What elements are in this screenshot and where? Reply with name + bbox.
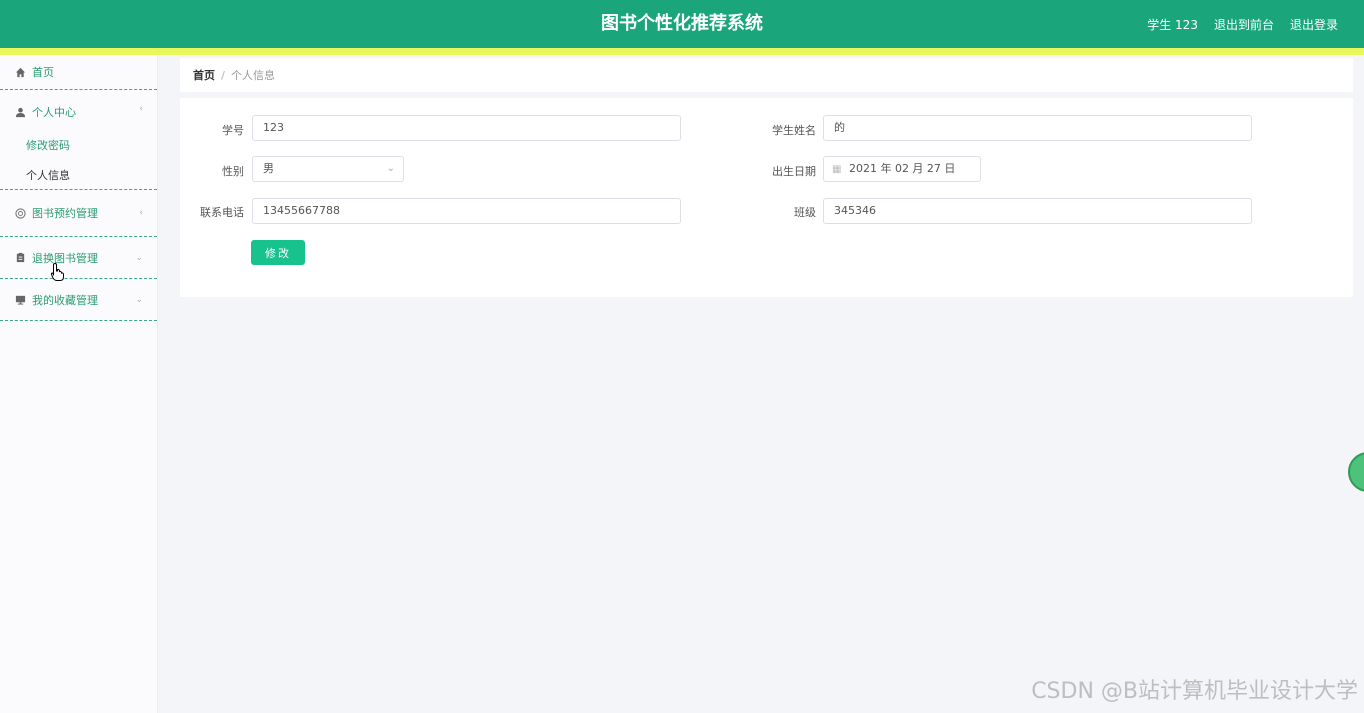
phone-label: 联系电话 [200,206,244,219]
breadcrumb: 首页 / 个人信息 [180,58,1353,92]
sidebar-item-favorites[interactable]: 我的收藏管理 ⌄ [0,279,157,321]
breadcrumb-home[interactable]: 首页 [193,67,215,83]
birth-date-value: 2021 年 02 月 27 日 [848,162,956,175]
student-id-input[interactable]: 123 [252,115,681,141]
gender-selected-value: 男 [263,162,274,175]
current-user-label: 学生 123 [1147,17,1198,32]
sidebar-item-change-password[interactable]: 修改密码 [0,130,157,162]
student-name-input[interactable]: 的 [823,115,1252,141]
sidebar-item-personal-center[interactable]: 个人中心 [14,104,76,120]
calendar-icon: ▦ [832,164,842,175]
floating-tool-button[interactable] [1348,452,1364,492]
chevron-down-icon: ⌄ [135,294,143,305]
sidebar-item-personal-center-label: 个人中心 [32,106,76,119]
top-bar-accent-stripe [0,48,1364,55]
chevron-down-icon: ⌄ [386,163,395,174]
sidebar-item-home[interactable]: 首页 [0,55,157,90]
chevron-left-icon: ‹ [139,208,143,218]
copyright-circle-icon [14,207,26,219]
gender-label: 性别 [222,165,244,178]
student-name-label: 学生姓名 [772,124,816,137]
modify-button[interactable]: 修改 [251,240,305,265]
student-id-label: 学号 [222,124,244,137]
watermark: CSDN @B站计算机毕业设计大学 [1031,679,1358,704]
sidebar-item-favorites-label: 我的收藏管理 [32,293,98,307]
class-label: 班级 [794,206,816,219]
chevron-left-icon: ‹ [139,104,143,114]
sidebar-submenu-personal-center: 修改密码 个人信息 [0,130,157,190]
personal-info-form: 学号 123 学生姓名 的 性别 男 ⌄ 出生日期 ▦ 2021 年 02 月 … [180,98,1353,297]
sidebar-item-book-reservation-label: 图书预约管理 [32,207,98,220]
home-icon [14,66,26,78]
clipboard-icon [14,252,26,264]
phone-input[interactable]: 13455667788 [252,198,681,224]
back-to-front-link[interactable]: 退出到前台 [1214,16,1274,33]
sidebar-item-home-label: 首页 [32,66,54,79]
chevron-down-icon: ⌄ [135,252,143,263]
monitor-icon [14,294,26,306]
breadcrumb-current: 个人信息 [231,69,276,82]
sidebar-item-personal-info[interactable]: 个人信息 [0,162,157,190]
logout-link[interactable]: 退出登录 [1290,16,1338,33]
gender-select[interactable]: 男 ⌄ [252,156,404,182]
breadcrumb-separator: / [221,68,226,82]
birth-date-picker[interactable]: ▦ 2021 年 02 月 27 日 [823,156,981,182]
hand-pointer-cursor-icon [50,262,66,286]
header-user-actions: 学生 123 退出到前台 退出登录 [1147,0,1338,48]
class-input[interactable]: 345346 [823,198,1252,224]
birth-date-label: 出生日期 [772,165,816,178]
sidebar: 首页 个人中心 ‹ 修改密码 个人信息 图书预约管理 ‹ 退换图书管理 ⌄ 我的… [0,55,158,713]
sidebar-item-book-reservation[interactable]: 图书预约管理 ‹ [0,190,157,237]
sidebar-group-personal-center: 个人中心 ‹ 修改密码 个人信息 [0,90,157,190]
user-icon [14,106,26,118]
sidebar-item-return-book[interactable]: 退换图书管理 ⌄ [0,237,157,279]
